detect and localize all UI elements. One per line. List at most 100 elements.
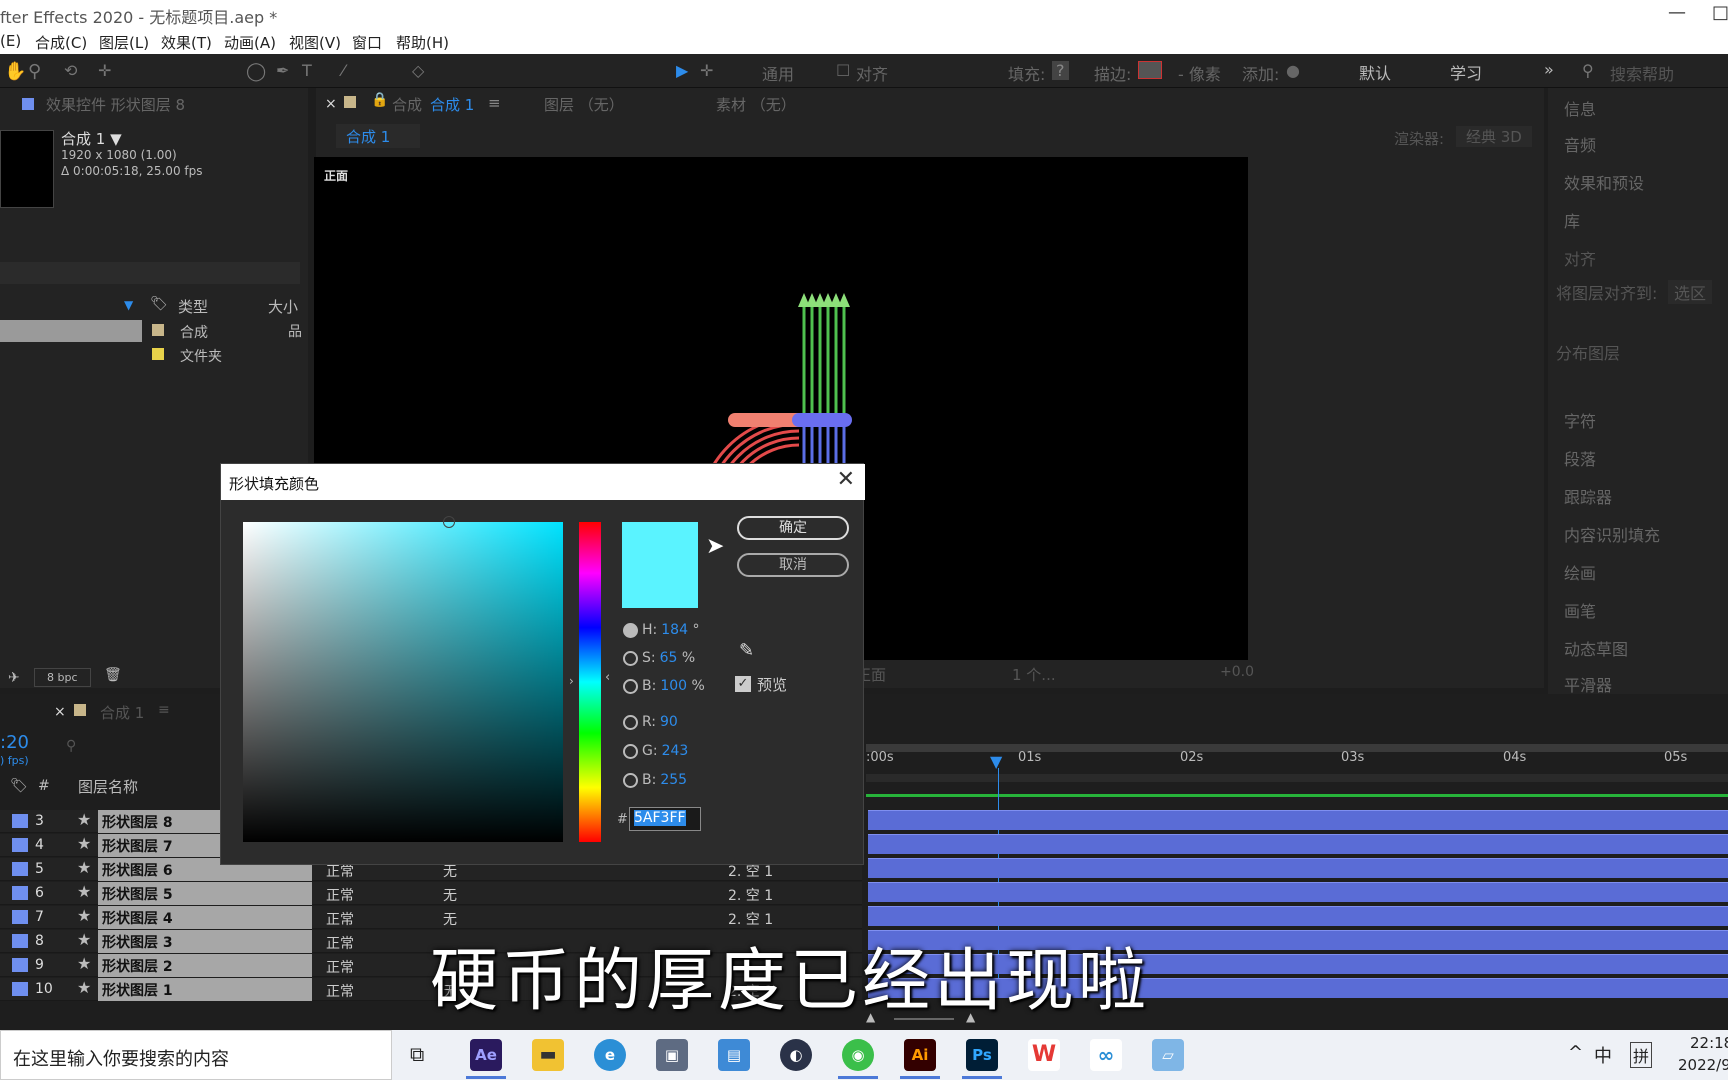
comp-name[interactable]: 合成 1 ▼ xyxy=(61,128,122,149)
panel-brushes[interactable]: 画笔 xyxy=(1564,598,1596,622)
edge-browser-icon[interactable]: e xyxy=(594,1039,626,1071)
project-item-type[interactable]: 合成 xyxy=(180,322,208,342)
close-icon[interactable]: ✕ xyxy=(837,467,855,492)
blue-value[interactable]: 255 xyxy=(660,772,687,788)
task-view-icon[interactable]: ⧉ xyxy=(410,1042,424,1066)
anchor-tool-icon[interactable]: ✛ xyxy=(98,61,111,80)
hue-field[interactable]: H: 184 ° xyxy=(623,622,699,638)
panel-effects-presets[interactable]: 效果和预设 xyxy=(1564,170,1644,194)
renderer-button[interactable]: 经典 3D xyxy=(1456,126,1532,147)
layer-color-swatch[interactable] xyxy=(12,886,28,900)
menu-animation[interactable]: 动画(A) xyxy=(224,32,276,53)
zoom-tool-icon[interactable]: ⚲ xyxy=(28,61,41,82)
panel-libraries[interactable]: 库 xyxy=(1564,208,1580,232)
size-column-header[interactable]: 大小 xyxy=(268,296,298,317)
layer-color-swatch[interactable] xyxy=(12,934,28,948)
table-row[interactable]: 6 ★ 形状图层 5 正常 无 2. 空 1 xyxy=(0,882,862,905)
menu-edit[interactable]: (E) xyxy=(0,32,21,50)
illustrator-icon[interactable]: Ai xyxy=(904,1039,936,1071)
saturation-radio[interactable] xyxy=(623,650,638,666)
layer-duration-bar[interactable] xyxy=(868,882,1728,902)
exposure-value[interactable]: +0.0 xyxy=(1220,664,1254,680)
wps-icon[interactable]: W xyxy=(1028,1039,1060,1071)
layer-name[interactable]: 形状图层 3 xyxy=(98,930,312,953)
notepad-icon[interactable]: ▱ xyxy=(1152,1039,1184,1071)
plus-icon[interactable]: ✛ xyxy=(700,61,713,80)
blue-field[interactable]: B: 255 xyxy=(623,772,687,788)
panel-align[interactable]: 对齐 xyxy=(1564,246,1596,270)
layer-name[interactable]: 形状图层 1 xyxy=(98,978,312,1001)
brightness-field[interactable]: B: 100 % xyxy=(623,678,705,694)
workspace-learn[interactable]: 学习 xyxy=(1450,60,1482,84)
playhead-icon[interactable]: ▼ xyxy=(990,752,1002,771)
layer-duration-bar[interactable] xyxy=(868,858,1728,878)
layer-color-swatch[interactable] xyxy=(12,910,28,924)
red-field[interactable]: R: 90 xyxy=(623,714,678,730)
align-to-select[interactable]: 选区 xyxy=(1668,280,1713,304)
work-area-bar[interactable] xyxy=(866,744,1728,752)
search-help-input[interactable]: 搜索帮助 xyxy=(1610,61,1674,85)
red-radio[interactable] xyxy=(623,714,638,730)
rotate-tool-icon[interactable]: ⟲ xyxy=(64,61,77,80)
maximize-button[interactable]: □ xyxy=(1712,2,1728,23)
saturation-brightness-field[interactable] xyxy=(243,516,563,842)
preview-checkbox[interactable]: ✓ xyxy=(735,676,751,692)
layer-color-swatch[interactable] xyxy=(12,814,28,828)
ime-mode[interactable]: 拼 xyxy=(1630,1042,1653,1068)
color-picker-cursor[interactable] xyxy=(443,516,455,528)
panel-tracker[interactable]: 跟踪器 xyxy=(1564,484,1612,508)
saturation-field[interactable]: S: 65 % xyxy=(623,650,695,666)
panel-paragraph[interactable]: 段落 xyxy=(1564,446,1596,470)
pen-tool-icon[interactable]: ✒ xyxy=(276,61,289,80)
comp-subtab[interactable]: 合成 1 xyxy=(336,124,420,148)
photo-app-icon[interactable]: ▣ xyxy=(656,1039,688,1071)
hue-radio[interactable] xyxy=(623,622,638,638)
trash-icon[interactable]: 🗑 xyxy=(104,667,122,683)
bit-depth-button[interactable]: 8 bpc xyxy=(34,668,91,687)
blend-mode-select[interactable]: 正常 xyxy=(326,957,354,977)
layer-name[interactable]: 形状图层 5 xyxy=(98,882,312,905)
workspace-more[interactable]: » xyxy=(1544,60,1554,79)
workspace-default[interactable]: 默认 xyxy=(1359,60,1391,84)
green-radio[interactable] xyxy=(623,743,638,759)
flowchart-icon[interactable]: 品 xyxy=(288,321,302,341)
select-tool-icon[interactable]: ▶ xyxy=(676,61,688,80)
shape-tool-icon[interactable]: ◯ xyxy=(246,61,266,82)
saturation-value[interactable]: 65 xyxy=(660,650,678,666)
minimize-button[interactable]: — xyxy=(1668,2,1686,23)
hand-tool-icon[interactable]: ✋ xyxy=(4,61,26,82)
eyedropper-icon[interactable]: ✎ xyxy=(739,640,754,661)
lock-icon[interactable]: 🔒 xyxy=(371,92,388,108)
photoshop-icon[interactable]: Ps xyxy=(966,1039,998,1071)
fill-swatch[interactable]: ? xyxy=(1052,61,1069,80)
layer-color-swatch[interactable] xyxy=(12,958,28,972)
panel-audio[interactable]: 音频 xyxy=(1564,132,1596,156)
close-tab-icon[interactable]: × xyxy=(325,96,337,112)
panel-info[interactable]: 信息 xyxy=(1564,96,1596,120)
red-value[interactable]: 90 xyxy=(660,714,678,730)
brightness-radio[interactable] xyxy=(623,678,638,694)
file-explorer-icon[interactable]: ▬ xyxy=(532,1039,564,1071)
hue-slider[interactable] xyxy=(579,522,601,842)
project-item-type[interactable]: 文件夹 xyxy=(180,346,222,366)
text-tool-icon[interactable]: T xyxy=(302,61,312,80)
baidu-netdisk-icon[interactable]: ∞ xyxy=(1090,1039,1122,1071)
menu-view[interactable]: 视图(V) xyxy=(289,32,341,53)
parent-select[interactable]: 2. 空 1 xyxy=(728,885,773,905)
contacts-app-icon[interactable]: ▤ xyxy=(718,1039,750,1071)
project-search[interactable] xyxy=(0,262,300,284)
taskbar-search-input[interactable]: 在这里输入你要搜索的内容 xyxy=(0,1030,392,1080)
after-effects-icon[interactable]: Ae xyxy=(470,1039,502,1071)
add-menu-icon[interactable]: ● xyxy=(1286,61,1300,80)
project-item-selected[interactable] xyxy=(0,320,142,342)
eraser-tool-icon[interactable]: ◇ xyxy=(412,61,424,80)
tray-expand-icon[interactable]: ^ xyxy=(1568,1042,1583,1063)
layer-duration-bar[interactable] xyxy=(868,810,1728,830)
timeline-tab[interactable]: 合成 1 xyxy=(100,702,144,723)
brush-tool-icon[interactable]: ⁄ xyxy=(342,61,345,80)
sort-arrow-icon[interactable]: ▼ xyxy=(124,298,133,312)
blue-radio[interactable] xyxy=(623,772,638,788)
wechat-icon[interactable]: ◉ xyxy=(842,1039,874,1071)
menu-composition[interactable]: 合成(C) xyxy=(35,32,87,53)
brightness-value[interactable]: 100 xyxy=(660,678,687,694)
